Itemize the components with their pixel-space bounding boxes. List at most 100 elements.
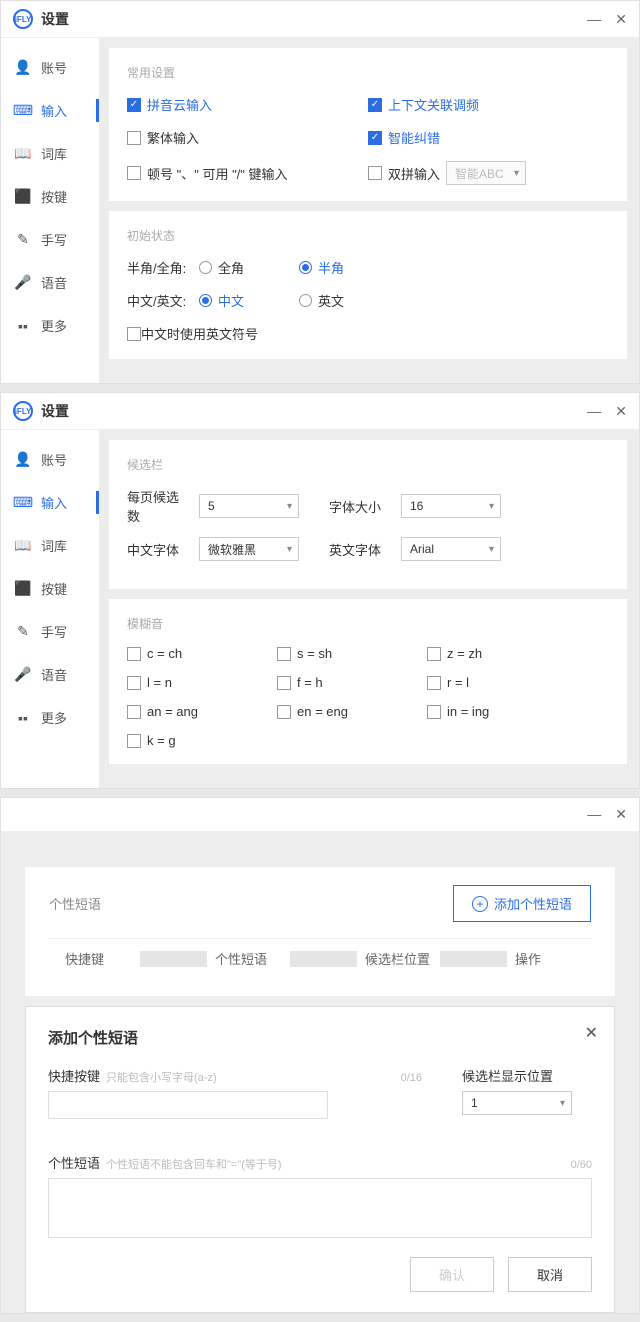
add-phrase-button[interactable]: + 添加个性短语 <box>453 885 591 922</box>
checkbox-slash-comma[interactable] <box>127 166 141 180</box>
char-count: 0/16 <box>401 1072 422 1084</box>
field-hint: 个性短语不能包含回车和"="(等于号) <box>106 1156 282 1172</box>
key-icon: ⬛ <box>15 188 31 205</box>
nav-label: 手写 <box>41 622 67 641</box>
checkbox-context-freq[interactable] <box>368 98 382 112</box>
dialog-title: 添加个性短语 <box>48 1027 592 1048</box>
sidebar-item-account[interactable]: 👤账号 <box>1 46 99 89</box>
checkbox-fuzzy[interactable] <box>127 734 141 748</box>
nav-label: 语音 <box>41 273 67 292</box>
mic-icon: 🎤 <box>15 274 31 291</box>
en-font-select[interactable]: Arial <box>401 537 501 561</box>
candidates-per-page-select[interactable]: 5 <box>199 494 299 518</box>
checkbox-label: 拼音云输入 <box>147 95 212 114</box>
dialog-close-button[interactable]: ✕ <box>585 1023 598 1043</box>
sidebar-item-keys[interactable]: ⬛ 按键 <box>1 175 99 218</box>
radio-label: 全角 <box>218 258 244 277</box>
checkbox-fuzzy[interactable] <box>127 676 141 690</box>
phrase-window: — ✕ 个性短语 + 添加个性短语 快捷键 个性短语 候选栏位置 操作 添加个性… <box>0 797 640 1314</box>
checkbox-cloud-input[interactable] <box>127 98 141 112</box>
shuangpin-select[interactable]: 智能ABC <box>446 161 526 185</box>
checkbox-fuzzy[interactable] <box>277 676 291 690</box>
nav-label: 词库 <box>41 144 67 163</box>
radio-chinese[interactable] <box>199 294 212 307</box>
checkbox-label: 双拼输入 <box>388 164 440 183</box>
field-hint: 只能包含小写字母(a-z) <box>106 1069 217 1085</box>
field-label: 快捷按键 <box>48 1066 100 1085</box>
field-label: 英文字体 <box>329 540 393 559</box>
group-label: 中文/英文: <box>127 291 199 310</box>
nav-label: 输入 <box>41 493 67 512</box>
plus-icon: + <box>472 896 488 912</box>
checkbox-fuzzy[interactable] <box>427 676 441 690</box>
checkbox-en-symbols[interactable] <box>127 327 141 341</box>
checkbox-label: 繁体输入 <box>147 128 199 147</box>
sidebar-item-dict[interactable]: 📖 词库 <box>1 132 99 175</box>
minimize-button[interactable]: — <box>587 11 601 28</box>
mic-icon: 🎤 <box>15 666 31 683</box>
section-title: 候选栏 <box>127 456 609 473</box>
panel-candidate: 候选栏 每页候选数5 字体大小16 中文字体微软雅黑 英文字体Arial <box>109 440 627 589</box>
font-size-select[interactable]: 16 <box>401 494 501 518</box>
checkbox-label: 中文时使用英文符号 <box>141 324 258 343</box>
book-icon: 📖 <box>15 145 31 162</box>
sidebar-item-input[interactable]: ⌨输入 <box>1 89 99 132</box>
cn-font-select[interactable]: 微软雅黑 <box>199 537 299 561</box>
checkbox-fuzzy[interactable] <box>127 705 141 719</box>
minimize-button[interactable]: — <box>587 403 601 420</box>
sidebar-item-voice[interactable]: 🎤语音 <box>1 653 99 696</box>
radio-halfwidth[interactable] <box>299 261 312 274</box>
phrase-panel: 个性短语 + 添加个性短语 快捷键 个性短语 候选栏位置 操作 <box>25 867 615 996</box>
checkbox-label: an = ang <box>147 704 198 719</box>
nav-label: 按键 <box>41 579 67 598</box>
col-position: 候选栏位置 <box>365 949 432 968</box>
sidebar-item-voice[interactable]: 🎤 语音 <box>1 261 99 304</box>
checkbox-label: l = n <box>147 675 172 690</box>
position-select[interactable]: 1 <box>462 1091 572 1115</box>
book-icon: 📖 <box>15 537 31 554</box>
sidebar-item-account[interactable]: 👤账号 <box>1 438 99 481</box>
group-label: 半角/全角: <box>127 258 199 277</box>
checkbox-label: k = g <box>147 733 176 748</box>
minimize-button[interactable]: — <box>587 806 601 823</box>
app-logo-icon: iFLY <box>13 9 33 29</box>
sidebar-item-dict[interactable]: 📖词库 <box>1 524 99 567</box>
titlebar: iFLY 设置 — ✕ <box>1 393 639 430</box>
sidebar-item-more[interactable]: ▪▪更多 <box>1 304 99 347</box>
shortcut-input[interactable] <box>48 1091 328 1119</box>
sidebar-item-keys[interactable]: ⬛按键 <box>1 567 99 610</box>
checkbox-fuzzy[interactable] <box>127 647 141 661</box>
sidebar-item-more[interactable]: ▪▪更多 <box>1 696 99 739</box>
field-label: 字体大小 <box>329 497 393 516</box>
field-label: 每页候选数 <box>127 487 191 525</box>
checkbox-traditional[interactable] <box>127 131 141 145</box>
panel-fuzzy: 模糊音 c = ch s = sh z = zh l = n f = h r =… <box>109 599 627 764</box>
close-button[interactable]: ✕ <box>615 403 627 420</box>
table-header: 快捷键 个性短语 候选栏位置 操作 <box>49 938 591 978</box>
close-button[interactable]: ✕ <box>615 806 627 823</box>
checkbox-shuangpin[interactable] <box>368 166 382 180</box>
checkbox-fuzzy[interactable] <box>427 647 441 661</box>
radio-fullwidth[interactable] <box>199 261 212 274</box>
sidebar-item-handwrite[interactable]: ✎手写 <box>1 610 99 653</box>
cancel-button[interactable]: 取消 <box>508 1257 592 1292</box>
nav-label: 按键 <box>41 187 67 206</box>
checkbox-label: f = h <box>297 675 323 690</box>
checkbox-label: s = sh <box>297 646 332 661</box>
checkbox-fuzzy[interactable] <box>427 705 441 719</box>
close-button[interactable]: ✕ <box>615 11 627 28</box>
checkbox-smart-correct[interactable] <box>368 131 382 145</box>
checkbox-label: c = ch <box>147 646 182 661</box>
field-label: 候选栏显示位置 <box>462 1066 553 1085</box>
page-title: 个性短语 <box>49 894 101 913</box>
sidebar: 👤账号 ⌨输入 📖词库 ⬛按键 ✎手写 🎤语音 ▪▪更多 <box>1 430 99 788</box>
radio-english[interactable] <box>299 294 312 307</box>
nav-label: 输入 <box>41 101 67 120</box>
sidebar-item-handwrite[interactable]: ✎手写 <box>1 218 99 261</box>
nav-label: 账号 <box>41 450 67 469</box>
checkbox-fuzzy[interactable] <box>277 705 291 719</box>
phrase-textarea[interactable] <box>48 1178 592 1238</box>
confirm-button[interactable]: 确认 <box>410 1257 494 1292</box>
checkbox-fuzzy[interactable] <box>277 647 291 661</box>
sidebar-item-input[interactable]: ⌨输入 <box>1 481 99 524</box>
